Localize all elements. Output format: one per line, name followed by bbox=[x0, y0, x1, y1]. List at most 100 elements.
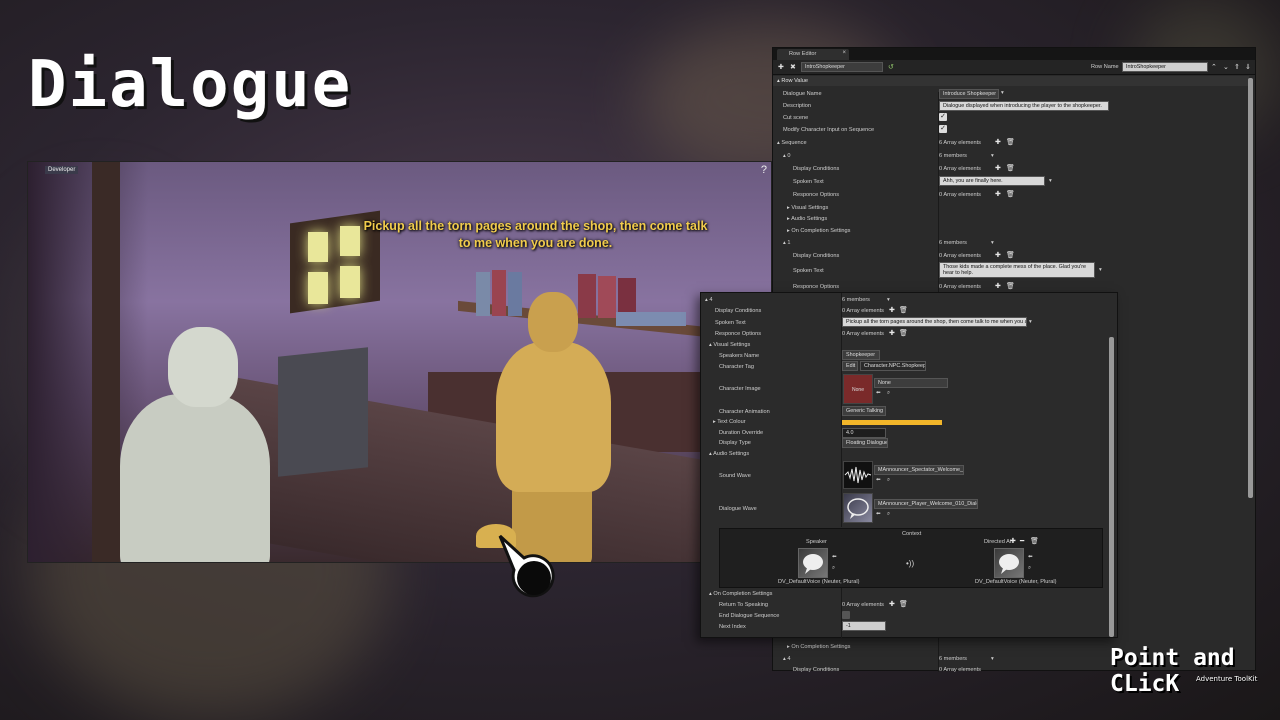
trash-icon[interactable]: 🗑 bbox=[899, 600, 908, 608]
close-icon[interactable]: × bbox=[842, 50, 846, 56]
speaker-voice-name: DV_DefaultVoice (Neuter, Plural) bbox=[778, 579, 860, 585]
add-icon[interactable]: ✚ bbox=[995, 190, 1001, 198]
search-icon[interactable]: ⌕ bbox=[887, 390, 890, 397]
add-icon[interactable]: ✚ bbox=[995, 164, 1001, 172]
book bbox=[476, 272, 490, 316]
modify-input-checkbox[interactable]: ✓ bbox=[939, 125, 947, 133]
search-icon[interactable]: ⌕ bbox=[1028, 565, 1031, 572]
speaker-voice-thumbnail[interactable] bbox=[798, 548, 828, 578]
arrow-left-icon[interactable]: ⬅ bbox=[876, 477, 881, 483]
add-icon[interactable]: ✚ bbox=[995, 282, 1001, 290]
dialogue-wave-thumbnail[interactable] bbox=[843, 493, 873, 523]
search-icon[interactable]: ⌕ bbox=[887, 477, 890, 484]
chevron-top-icon[interactable]: ⇑ bbox=[1234, 63, 1240, 71]
text-colour-swatch[interactable] bbox=[842, 420, 942, 425]
arrow-left-icon[interactable]: ⬅ bbox=[876, 390, 881, 396]
sequence-item-1[interactable]: ▴ 1 bbox=[783, 240, 791, 246]
add-icon[interactable]: ✚ bbox=[889, 329, 895, 337]
tab-row-editor[interactable]: Row Editor × bbox=[777, 49, 849, 60]
help-icon[interactable]: ? bbox=[761, 164, 767, 176]
spoken-text-input[interactable]: Pickup all the torn pages around the sho… bbox=[842, 317, 1027, 327]
spoken-text-input[interactable]: Those kids made a complete mess of the p… bbox=[939, 262, 1095, 278]
on-completion-settings-toggle[interactable]: ▸ On Completion Settings bbox=[787, 644, 850, 650]
chevron-bottom-icon[interactable]: ⇓ bbox=[1245, 63, 1251, 71]
end-dialogue-checkbox[interactable] bbox=[842, 611, 850, 619]
chevron-down-icon[interactable]: ▾ bbox=[887, 297, 890, 303]
sound-wave-thumbnail[interactable] bbox=[843, 461, 873, 489]
row-name-input[interactable]: IntroShopkeeper bbox=[1122, 62, 1208, 72]
visual-settings-toggle[interactable]: ▴ Visual Settings bbox=[709, 342, 750, 348]
add-icon[interactable]: ✚ bbox=[889, 306, 895, 314]
trash-icon[interactable]: 🗑 bbox=[1030, 537, 1039, 545]
arrow-left-icon[interactable]: ⬅ bbox=[832, 554, 837, 560]
row-select-dropdown[interactable]: IntroShopkeeper bbox=[801, 62, 883, 72]
add-icon[interactable]: ✚ bbox=[1010, 537, 1016, 545]
add-icon[interactable]: ✚ bbox=[995, 251, 1001, 259]
scrollbar[interactable] bbox=[1109, 337, 1114, 637]
page-title: Dialogue bbox=[28, 48, 353, 122]
sequence-count: 6 Array elements bbox=[939, 140, 981, 146]
trash-icon[interactable]: 🗑 bbox=[1006, 282, 1015, 290]
chevron-down-icon[interactable]: ▾ bbox=[1099, 267, 1102, 273]
trash-icon[interactable]: 🗑 bbox=[899, 329, 908, 337]
chevron-down-icon[interactable]: ▾ bbox=[991, 240, 994, 246]
trash-icon[interactable]: 🗑 bbox=[899, 306, 908, 314]
dialogue-subtitle: Pickup all the torn pages around the sho… bbox=[363, 219, 708, 250]
search-icon[interactable]: ⌕ bbox=[832, 565, 835, 572]
chevron-down-icon[interactable]: ▾ bbox=[1049, 178, 1052, 184]
display-conditions-label: Display Conditions bbox=[793, 166, 840, 172]
chevron-down-icon[interactable]: ▾ bbox=[991, 153, 994, 159]
dialogue-wave-dropdown[interactable]: MAnnouncer_Player_Welcome_010_Dialogue bbox=[874, 499, 978, 509]
trash-icon[interactable]: 🗑 bbox=[1006, 138, 1015, 146]
description-input[interactable]: Dialogue displayed when introducing the … bbox=[939, 101, 1109, 111]
sequence-item-4[interactable]: ▴ 4 bbox=[705, 297, 713, 303]
arrow-left-icon[interactable]: ⬅ bbox=[1028, 554, 1033, 560]
character-animation-dropdown[interactable]: Generic Talking bbox=[842, 406, 886, 416]
text-colour-toggle[interactable]: ▸ Text Colour bbox=[713, 419, 746, 425]
audio-settings-toggle[interactable]: ▸ Audio Settings bbox=[787, 216, 827, 222]
visual-settings-toggle[interactable]: ▸ Visual Settings bbox=[787, 205, 828, 211]
scrollbar[interactable] bbox=[1248, 78, 1253, 498]
trash-icon[interactable]: 🗑 bbox=[1006, 190, 1015, 198]
wooden-beam bbox=[92, 162, 120, 562]
chevron-down-icon[interactable]: ▾ bbox=[991, 656, 994, 662]
search-icon[interactable]: ⌕ bbox=[887, 511, 890, 518]
trash-icon[interactable]: 🗑 bbox=[1006, 164, 1015, 172]
reset-icon[interactable]: ↺ bbox=[888, 63, 894, 71]
next-index-input[interactable]: -1 bbox=[842, 621, 886, 631]
add-icon[interactable]: ✚ bbox=[889, 600, 895, 608]
section-label: Row Value bbox=[781, 78, 809, 84]
game-viewport[interactable]: Developer ? Pickup all the torn pages ar… bbox=[27, 161, 772, 563]
context-box: Context Speaker Directed At ✚ ━ 🗑 ⬅ ⌕ •)… bbox=[719, 528, 1103, 588]
sequence-detail-panel[interactable]: ▴ 4 6 members ▾ Display Conditions 0 Arr… bbox=[700, 292, 1118, 639]
trash-icon[interactable]: 🗑 bbox=[1006, 251, 1015, 259]
chevron-down-icon[interactable]: ▾ bbox=[1001, 90, 1004, 96]
chevron-up-icon[interactable]: ⌃ bbox=[1211, 63, 1217, 71]
character-image-dropdown[interactable]: None bbox=[874, 378, 948, 388]
character-image-thumbnail[interactable]: None bbox=[843, 374, 873, 404]
sequence-item-0[interactable]: ▴ 0 bbox=[783, 153, 791, 159]
duration-override-input[interactable]: 4.0 bbox=[842, 428, 886, 438]
dialogue-name-dropdown[interactable]: Introduce Shopkeeper bbox=[939, 89, 999, 99]
chevron-down-icon[interactable]: ⌄ bbox=[1223, 63, 1229, 71]
delete-icon[interactable]: ✖ bbox=[790, 63, 796, 71]
arrow-left-icon[interactable]: ⬅ bbox=[876, 511, 881, 517]
audio-settings-toggle[interactable]: ▴ Audio Settings bbox=[709, 451, 749, 457]
remove-icon[interactable]: ━ bbox=[1020, 537, 1024, 545]
row-value-section[interactable]: ▴ Row Value bbox=[773, 76, 1249, 86]
sound-wave-dropdown[interactable]: MAnnouncer_Spectator_Welcome_010 bbox=[874, 465, 964, 475]
sequence-item-4[interactable]: ▴ 4 bbox=[783, 656, 791, 662]
chevron-down-icon[interactable]: ▾ bbox=[1029, 319, 1032, 325]
directed-at-voice-thumbnail[interactable] bbox=[994, 548, 1024, 578]
character-tag-edit-button[interactable]: Edit bbox=[842, 361, 858, 371]
spoken-text-input[interactable]: Ahh, you are finally here. bbox=[939, 176, 1045, 186]
display-type-dropdown[interactable]: Floating Dialogue bbox=[842, 438, 888, 448]
dialogue-name-label: Dialogue Name bbox=[783, 91, 822, 97]
on-completion-settings-toggle[interactable]: ▴ On Completion Settings bbox=[709, 591, 772, 597]
on-completion-settings-toggle[interactable]: ▸ On Completion Settings bbox=[787, 228, 850, 234]
speakers-name-dropdown[interactable]: Shopkeeper bbox=[842, 350, 880, 360]
sequence-label[interactable]: ▴ Sequence bbox=[777, 140, 807, 146]
add-icon[interactable]: ✚ bbox=[995, 138, 1001, 146]
add-icon[interactable]: ✚ bbox=[778, 63, 784, 71]
cut-scene-checkbox[interactable]: ✓ bbox=[939, 113, 947, 121]
